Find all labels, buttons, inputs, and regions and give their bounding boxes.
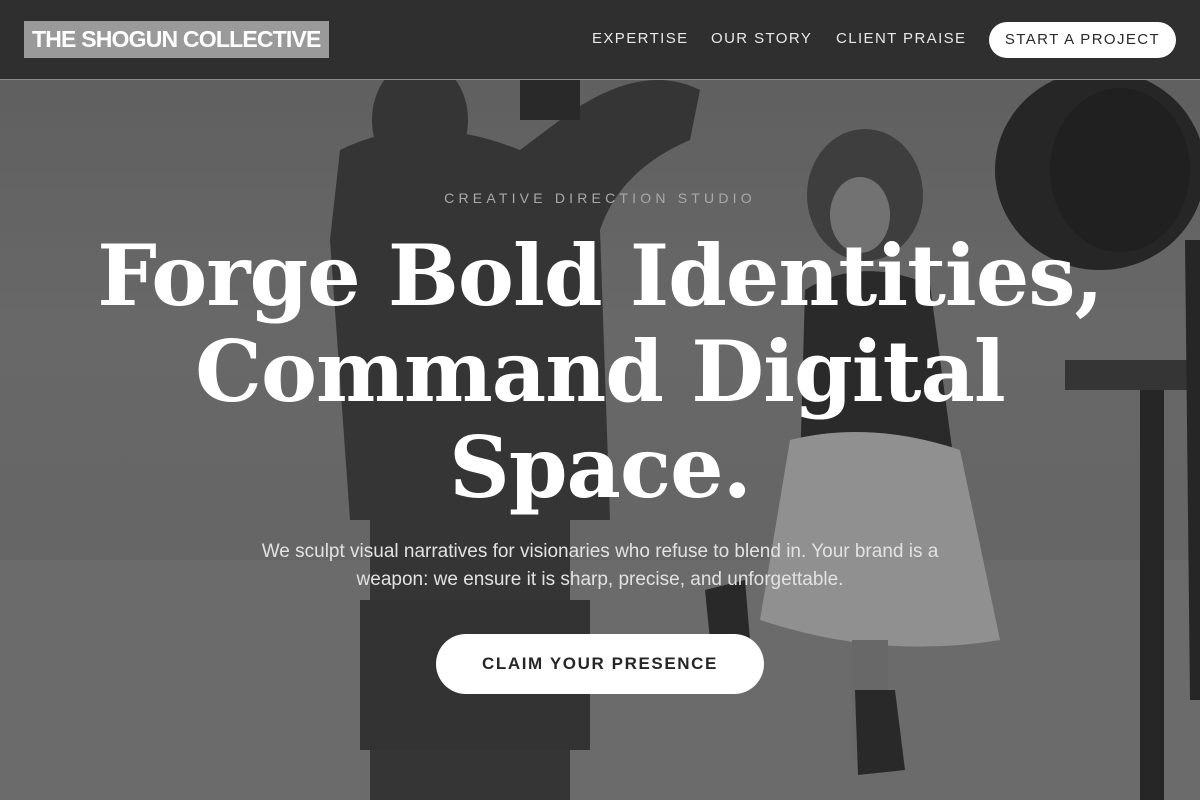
headline-line-3: Space. (449, 418, 752, 517)
headline-line-1: Forge Bold Identities, (97, 226, 1104, 325)
claim-presence-button[interactable]: CLAIM YOUR PRESENCE (436, 634, 764, 694)
brand-logo[interactable]: THE SHOGUN COLLECTIVE (24, 21, 329, 58)
site-header: THE SHOGUN COLLECTIVE EXPERTISE OUR STOR… (0, 0, 1200, 80)
nav-link-expertise[interactable]: EXPERTISE (592, 30, 689, 47)
start-project-button[interactable]: START A PROJECT (989, 22, 1176, 58)
nav-link-our-story[interactable]: OUR STORY (711, 30, 812, 47)
nav-link-client-praise[interactable]: CLIENT PRAISE (836, 30, 966, 47)
hero-headline: Forge Bold Identities, Command Digital S… (0, 228, 1200, 516)
hero-eyebrow: CREATIVE DIRECTION STUDIO (444, 190, 756, 206)
hero-subtext: We sculpt visual narratives for visionar… (261, 541, 939, 590)
headline-line-2: Command Digital (195, 322, 1006, 421)
